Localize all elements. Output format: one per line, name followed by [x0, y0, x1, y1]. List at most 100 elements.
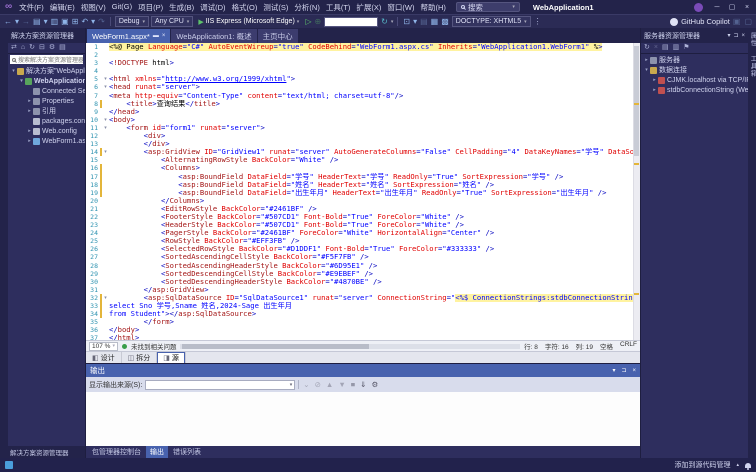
preview-icon[interactable]: ▤: [58, 43, 67, 53]
solution-explorer-bottom-tab[interactable]: 解决方案资源管理器: [8, 446, 85, 458]
tree-item[interactable]: ▸ CJMK.localhost via TCP/IPsocke: [641, 75, 748, 85]
find-message-icon[interactable]: ⌄: [302, 380, 310, 390]
fold-expander-icon[interactable]: ▾: [102, 148, 109, 156]
platform-select[interactable]: Any CPU ▾: [151, 16, 194, 27]
expander-icon[interactable]: ▾: [18, 78, 25, 84]
health-status[interactable]: 未找到相关问题: [131, 341, 177, 351]
menu-item[interactable]: Git(G): [109, 2, 135, 13]
back-icon[interactable]: ←: [3, 17, 13, 27]
clear-all-icon[interactable]: ⊘: [314, 380, 322, 390]
document-tab[interactable]: WebApplication1: 概述 ▬ ×: [171, 29, 257, 43]
menu-item[interactable]: 编辑(E): [47, 2, 78, 13]
code-line[interactable]: 11 ▾ <form id="form1" runat="server">: [86, 124, 633, 132]
code-line[interactable]: 22 <FooterStyle BackColor="#507CD1" Font…: [86, 213, 633, 221]
server-explorer-title[interactable]: 服务器资源管理器: [644, 31, 700, 41]
comment-icon[interactable]: ▩: [440, 17, 450, 27]
panel-tab[interactable]: 包管理器控制台: [88, 446, 145, 458]
toolbar-overflow-icon[interactable]: ⋮: [533, 17, 543, 27]
tree-item[interactable]: ▸ Web.config: [8, 126, 85, 136]
browser-link-caret-icon[interactable]: ▾: [412, 17, 418, 27]
window-position-icon[interactable]: ▾: [612, 367, 615, 374]
next-message-icon[interactable]: ▼: [337, 380, 346, 390]
code-line[interactable]: 27 <SortedAscendingCellStyle BackColor="…: [86, 253, 633, 261]
close-icon[interactable]: ×: [741, 33, 745, 39]
fold-expander-icon[interactable]: ▾: [102, 116, 109, 124]
code-line[interactable]: 34 from Student"></asp:SqlDataSource>: [86, 310, 633, 319]
code-line[interactable]: 6 ▾ <head runat="server">: [86, 83, 633, 91]
notifications-bell-icon[interactable]: [745, 462, 751, 470]
window-position-icon[interactable]: ▾: [727, 32, 730, 39]
solution-explorer-title[interactable]: 解决方案资源管理器: [8, 28, 85, 43]
save-output-icon[interactable]: ⇓: [359, 380, 367, 390]
close-icon[interactable]: ×: [162, 33, 166, 39]
pin-icon[interactable]: ▬: [153, 33, 159, 39]
menu-item[interactable]: 窗口(W): [384, 2, 417, 13]
code-line[interactable]: 21 <EditRowStyle BackColor="#2461BF" />: [86, 205, 633, 213]
source-control-status[interactable]: 添加到源代码管理: [674, 460, 730, 470]
tree-item[interactable]: ▸ 引用: [8, 106, 85, 116]
menu-item[interactable]: 测试(S): [260, 2, 291, 13]
fold-expander-icon[interactable]: ▾: [102, 124, 109, 132]
background-tasks-icon[interactable]: [5, 461, 13, 469]
code-line[interactable]: 15 <AlternatingRowStyle BackColor="White…: [86, 156, 633, 164]
scrollbar-thumb[interactable]: [634, 46, 639, 156]
save-all-icon[interactable]: ⊞: [71, 17, 80, 27]
editor-scrollbar[interactable]: [633, 43, 640, 340]
refresh-icon[interactable]: ↻: [28, 43, 36, 53]
add-database-icon[interactable]: ▥: [672, 43, 681, 53]
menu-item[interactable]: 生成(B): [166, 2, 197, 13]
zoom-select[interactable]: 107 % ▾: [89, 341, 118, 351]
tree-item[interactable]: ▸ WebForm1.aspx: [8, 136, 85, 146]
back-caret-icon[interactable]: ▾: [14, 17, 20, 27]
expander-icon[interactable]: ▸: [651, 87, 658, 93]
horizontal-scrollbar[interactable]: [180, 343, 521, 349]
code-line[interactable]: 30 <SortedDescendingHeaderStyle BackColo…: [86, 278, 633, 286]
code-line[interactable]: 24 <PagerStyle BackColor="#2461BF" ForeC…: [86, 229, 633, 237]
health-check-icon[interactable]: [121, 343, 127, 349]
code-line[interactable]: 36 </body>: [86, 326, 633, 334]
document-tab[interactable]: WebForm1.aspx* ▬ ×: [87, 29, 171, 43]
stop-refresh-icon[interactable]: ×: [653, 43, 659, 53]
menu-item[interactable]: 工具(T): [323, 2, 354, 13]
code-editor[interactable]: 1 <%@ Page Language="C#" AutoEventWireup=…: [86, 43, 640, 340]
settings-icon[interactable]: ⚙: [370, 380, 379, 390]
tree-item[interactable]: ▸ Properties: [8, 96, 85, 106]
close-button[interactable]: ×: [740, 4, 754, 11]
code-line[interactable]: 32 ▾ <asp:SqlDataSource ID="SqlDataSource…: [86, 293, 633, 302]
code-line[interactable]: 13 </div>: [86, 140, 633, 148]
auto-hide-tab[interactable]: 工具箱: [747, 55, 756, 78]
browser-link-icon[interactable]: ⊡: [402, 17, 411, 27]
tree-item[interactable]: ▾ 数据连接: [641, 65, 748, 75]
toolbar-combo-box[interactable]: [324, 16, 379, 27]
doctype-select[interactable]: DOCTYPE: XHTML5 ▾: [451, 16, 531, 27]
format-document-icon[interactable]: ▦: [430, 17, 440, 27]
code-line[interactable]: 35 </form>: [86, 318, 633, 326]
save-icon[interactable]: ▣: [60, 17, 70, 27]
code-line[interactable]: 2: [86, 51, 633, 59]
code-line[interactable]: 7 <meta http-equiv="Content-Type" content…: [86, 92, 633, 100]
panel-tab[interactable]: 错误列表: [169, 446, 205, 458]
code-line[interactable]: 10 ▾ <body>: [86, 116, 633, 124]
code-line[interactable]: 37 </html>: [86, 334, 633, 340]
designer-view-tab[interactable]: ◧ 设计: [86, 351, 122, 364]
undo-icon[interactable]: ↶: [80, 17, 89, 27]
search-box[interactable]: 搜索 ▾: [455, 2, 520, 12]
designer-view-tab[interactable]: ◫ 拆分: [122, 351, 158, 364]
tree-item[interactable]: ▸ 服务器: [641, 55, 748, 65]
refresh-icon[interactable]: ↻: [380, 17, 389, 27]
chevron-down-icon[interactable]: ▾: [391, 19, 394, 25]
pin-icon[interactable]: ⊐: [733, 32, 738, 39]
expander-icon[interactable]: ▸: [26, 128, 33, 134]
open-file-icon[interactable]: ▥: [50, 17, 60, 27]
tree-item[interactable]: ▸ stdbConnectionString (WebAp: [641, 85, 748, 95]
tree-item[interactable]: ▾ WebApplication1: [8, 76, 85, 86]
new-file-caret-icon[interactable]: ▾: [43, 17, 49, 27]
code-line[interactable]: 29 <SortedDescendingCellStyle BackColor=…: [86, 270, 633, 278]
collapse-all-icon[interactable]: ⊟: [38, 43, 46, 53]
code-line[interactable]: 31 </asp:GridView>: [86, 286, 633, 294]
refresh-icon[interactable]: ↻: [643, 43, 651, 53]
menu-item[interactable]: 扩展(X): [353, 2, 384, 13]
code-line[interactable]: 8 <title>查询结果</title>: [86, 99, 633, 108]
attach-process-icon[interactable]: ⊕: [313, 17, 322, 27]
code-line[interactable]: 20 </Columns>: [86, 197, 633, 205]
